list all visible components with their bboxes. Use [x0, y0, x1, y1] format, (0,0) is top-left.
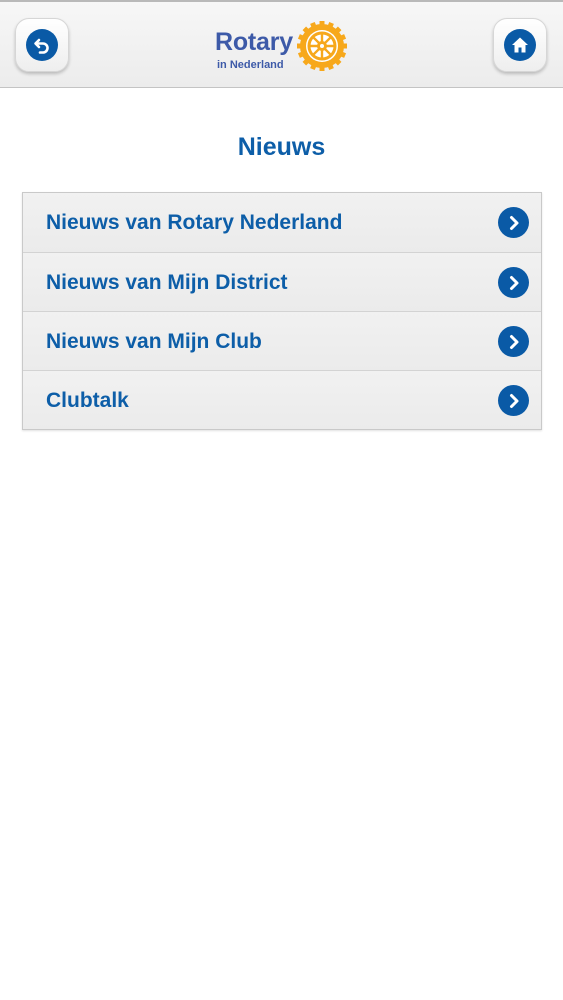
menu-item-rotary-nederland[interactable]: Nieuws van Rotary Nederland: [23, 193, 541, 252]
news-menu-list: Nieuws van Rotary Nederland Nieuws van M…: [22, 192, 542, 430]
home-button[interactable]: [493, 18, 547, 72]
rotary-logo: Rotary in Nederland: [215, 20, 350, 72]
page-title: Nieuws: [237, 133, 326, 161]
back-arrow-icon: [26, 29, 58, 61]
app-header: Rotary in Nederland: [0, 0, 563, 88]
home-icon: [504, 29, 536, 61]
menu-item-label: Clubtalk: [46, 389, 129, 412]
logo-wordmark: Rotary: [215, 28, 293, 56]
menu-item-clubtalk[interactable]: Clubtalk: [23, 370, 541, 429]
menu-item-label: Nieuws van Mijn Club: [46, 330, 262, 353]
rotary-wheel-icon: [297, 21, 347, 71]
back-button[interactable]: [15, 18, 69, 72]
chevron-right-icon: [498, 326, 529, 357]
chevron-right-icon: [498, 267, 529, 298]
logo-subtitle: in Nederland: [217, 59, 284, 71]
menu-item-mijn-club[interactable]: Nieuws van Mijn Club: [23, 311, 541, 370]
chevron-right-icon: [498, 385, 529, 416]
menu-item-label: Nieuws van Rotary Nederland: [46, 211, 343, 234]
menu-item-label: Nieuws van Mijn District: [46, 271, 288, 294]
chevron-right-icon: [498, 207, 529, 238]
menu-item-mijn-district[interactable]: Nieuws van Mijn District: [23, 252, 541, 311]
